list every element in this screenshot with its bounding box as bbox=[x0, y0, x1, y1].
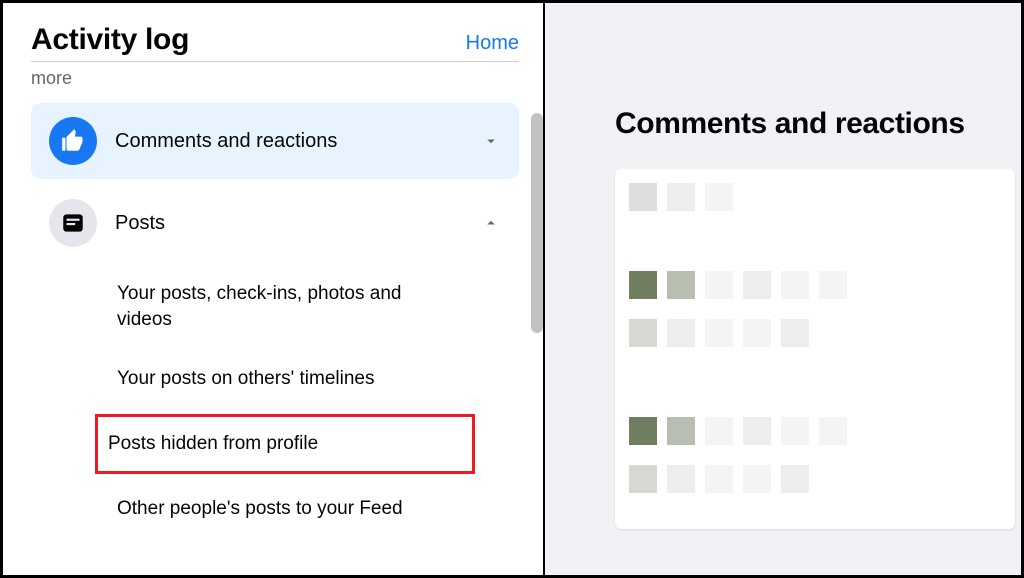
blurred-row bbox=[629, 417, 1001, 445]
chevron-down-icon bbox=[481, 131, 501, 151]
posts-sublist: Your posts, check-ins, photos and videos… bbox=[31, 269, 519, 533]
content-placeholder bbox=[615, 169, 1015, 529]
blurred-row bbox=[629, 319, 1001, 347]
nav-item-comments-reactions[interactable]: Comments and reactions bbox=[31, 103, 519, 179]
scrollbar[interactable] bbox=[531, 113, 543, 473]
sub-item-others-timelines[interactable]: Your posts on others' timelines bbox=[109, 354, 439, 404]
sub-item-your-posts[interactable]: Your posts, check-ins, photos and videos bbox=[109, 269, 439, 344]
sidebar: Activity log Home more Comments and reac… bbox=[3, 3, 543, 575]
home-link[interactable]: Home bbox=[466, 32, 519, 55]
blurred-row bbox=[629, 183, 1001, 211]
blurred-row bbox=[629, 271, 1001, 299]
chevron-up-icon bbox=[481, 213, 501, 233]
thumb-up-icon bbox=[49, 117, 97, 165]
sub-item-others-posts-feed[interactable]: Other people's posts to your Feed bbox=[109, 484, 439, 534]
more-label: more bbox=[31, 68, 519, 89]
sidebar-header: Activity log Home bbox=[31, 23, 519, 62]
nav-item-posts[interactable]: Posts bbox=[31, 185, 519, 261]
nav-label: Posts bbox=[115, 212, 463, 235]
scrollbar-thumb[interactable] bbox=[531, 113, 543, 333]
posts-icon bbox=[49, 199, 97, 247]
blurred-row bbox=[629, 465, 1001, 493]
content-title: Comments and reactions bbox=[615, 107, 1021, 141]
sub-item-hidden-from-profile[interactable]: Posts hidden from profile bbox=[95, 414, 475, 474]
content-area: Comments and reactions bbox=[545, 3, 1021, 575]
nav-list: Comments and reactions Posts Your posts,… bbox=[31, 103, 519, 533]
nav-label: Comments and reactions bbox=[115, 130, 463, 153]
page-title: Activity log bbox=[31, 23, 189, 57]
